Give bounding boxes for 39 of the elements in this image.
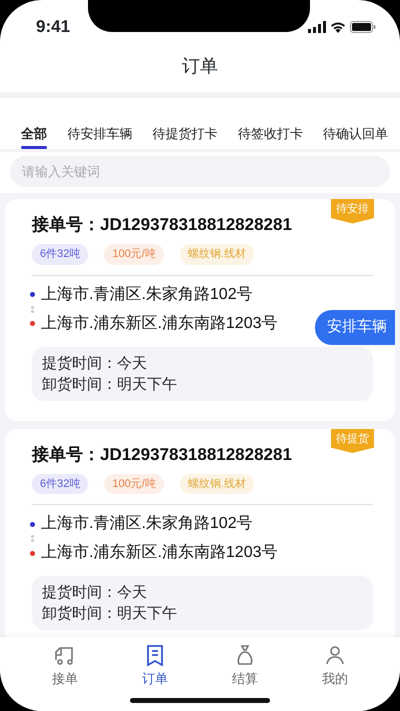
tag: 6件32吨	[32, 474, 88, 494]
status-ribbon: 待安排	[331, 199, 374, 224]
location-dot	[30, 321, 35, 326]
tag: 100元/吨	[104, 244, 164, 264]
time-text: 卸货时间：明天下午	[42, 604, 178, 624]
status-time: 9:41	[36, 16, 70, 38]
tag: 螺纹钢.线材	[180, 244, 254, 264]
order-number: 接单号：JD129378318812828281	[32, 215, 292, 234]
time-text: 提货时间：今天	[42, 583, 148, 603]
location-dot	[30, 522, 35, 526]
location-dot	[30, 550, 35, 556]
address-text: 上海市.浦东新区.浦东南路1203号	[41, 542, 278, 563]
status-ribbon: 待提货	[331, 428, 374, 453]
tag: 6件32吨	[32, 244, 88, 264]
address-text: 上海市.浦东新区.浦东南路1203号	[41, 314, 278, 334]
page-title: 订单	[182, 54, 218, 78]
time-text: 卸货时间：明天下午	[42, 374, 178, 394]
tag: 螺纹钢.线材	[180, 474, 254, 494]
time-text: 提货时间：今天	[42, 354, 148, 374]
address-text: 上海市.青浦区.朱家角路102号	[41, 284, 253, 304]
tab[interactable]: 待确认回单	[323, 98, 388, 149]
order-number: 接单号：JD129378318812828281	[32, 444, 292, 464]
arrange-vehicle-button[interactable]: 安排车辆	[315, 310, 395, 344]
nav-tab[interactable]: 订单	[125, 643, 185, 711]
tab[interactable]: 待安排车辆	[67, 98, 132, 149]
wifi-icon	[330, 21, 346, 33]
tag: 100元/吨	[104, 474, 164, 494]
nav-tab[interactable]: 结算	[215, 643, 275, 711]
nav-tab[interactable]: 我的	[305, 643, 365, 711]
tab[interactable]: 待签收打卡	[238, 98, 303, 149]
address-text: 上海市.青浦区.朱家角路102号	[41, 514, 253, 534]
nav-tab[interactable]: 接单	[35, 643, 95, 711]
location-dot	[30, 292, 35, 297]
tab[interactable]: 待提货打卡	[152, 98, 218, 149]
person-icon	[323, 643, 347, 667]
signal-icon	[308, 21, 326, 33]
search-field[interactable]: 请输入关键词	[10, 156, 390, 187]
tab[interactable]: 全部	[21, 98, 47, 149]
battery-icon	[350, 21, 376, 33]
